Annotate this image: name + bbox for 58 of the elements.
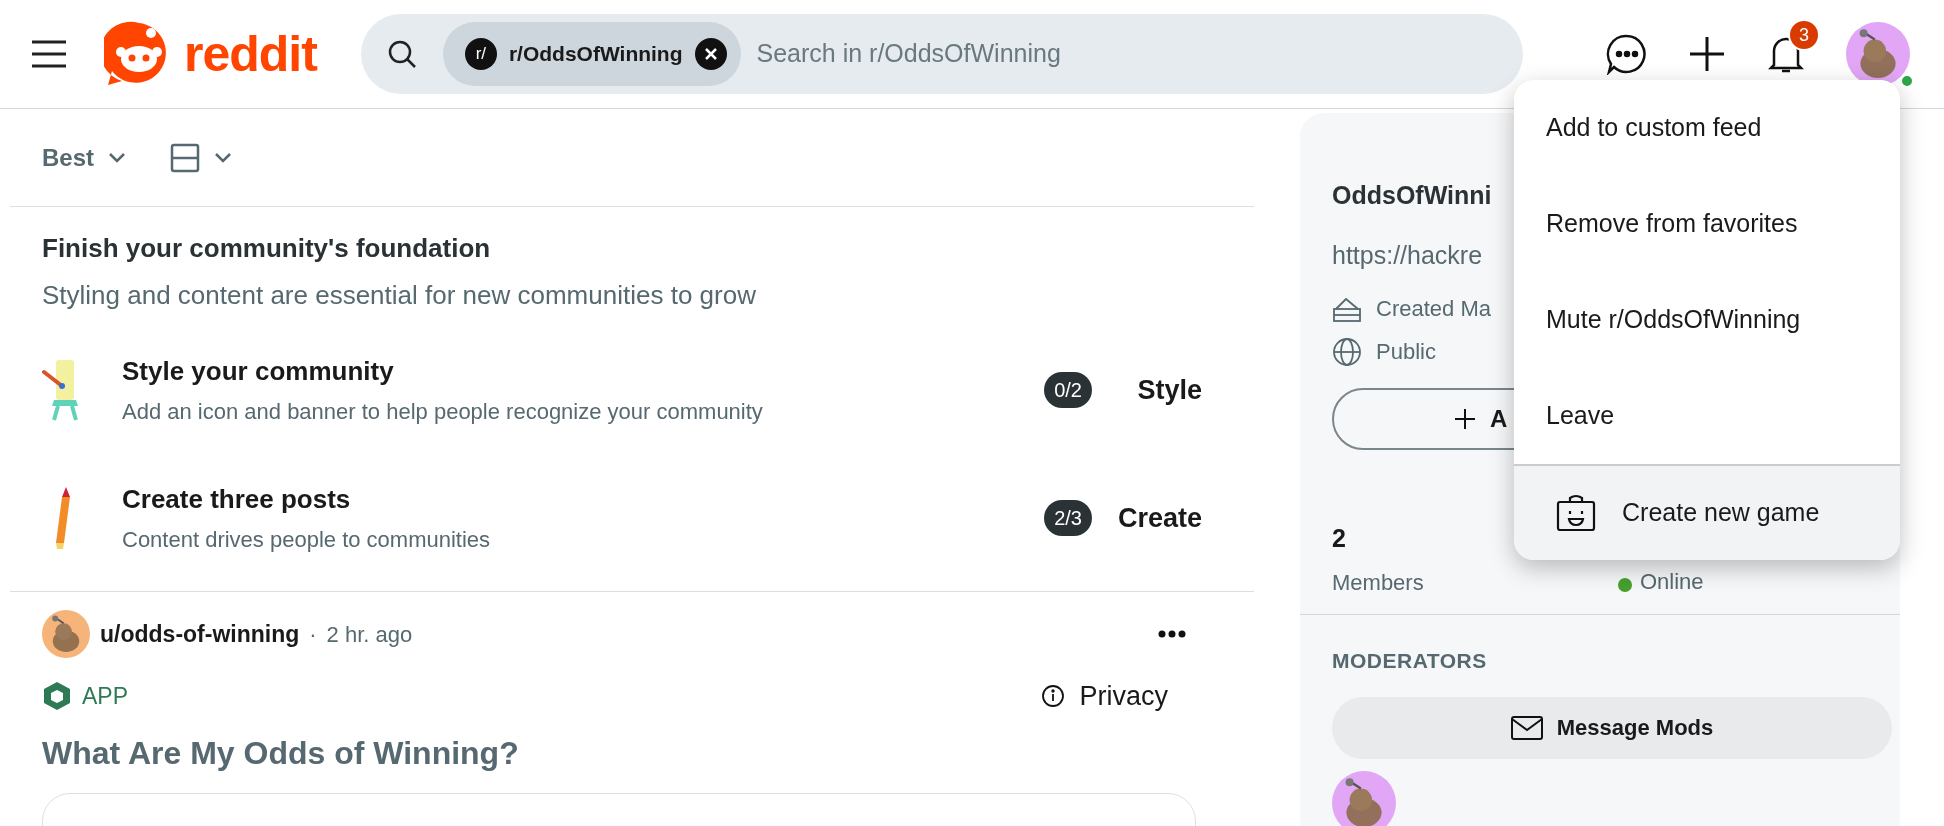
menu-item[interactable]: Add to custom feed (1514, 80, 1900, 176)
task-action-button[interactable]: Style (1092, 369, 1222, 411)
community-url: https://hackre (1332, 239, 1484, 271)
caret-icon (108, 151, 127, 164)
created-date: Created Ma (1376, 295, 1491, 323)
plus-icon (1454, 408, 1476, 430)
app-label: APP (82, 682, 129, 711)
menu-item[interactable]: Leave (1514, 368, 1900, 464)
post-title: What Are My Odds of Winning? (42, 733, 520, 773)
sort-dropdown[interactable]: Best (42, 139, 127, 176)
pencil-drawing (56, 487, 70, 549)
task-title: Style your community (122, 355, 395, 388)
layout-icon (170, 142, 201, 173)
separator-dot: · (309, 620, 317, 649)
easel-drawing (42, 359, 80, 421)
foundation-subtitle: Styling and content are essential for new communities to grow (42, 279, 757, 312)
task-description: Add an icon and banner to help people recognize your community (122, 398, 764, 426)
author-name[interactable]: u/odds-of-winning (100, 616, 300, 652)
community-chip[interactable]: r/ r/OddsOfWinning (442, 22, 741, 86)
mail-icon (1510, 715, 1543, 740)
moderators-heading: MODERATORS (1332, 648, 1488, 674)
robot-icon (1556, 494, 1596, 532)
menu-item[interactable]: Remove from favorites (1514, 176, 1900, 272)
search-icon (386, 39, 417, 69)
community-name: OddsOfWinni (1332, 180, 1493, 211)
moderator-avatar (1332, 770, 1396, 826)
menu-icon[interactable] (30, 39, 68, 69)
members-label: Members (1332, 568, 1425, 597)
author-avatar (42, 610, 90, 658)
globe-icon (1332, 336, 1362, 367)
community-avatar: r/ (464, 38, 497, 70)
foundation-title: Finish your community's foundation (42, 232, 492, 265)
more-icon[interactable] (1158, 630, 1186, 638)
menu-item[interactable]: Create new game (1514, 464, 1900, 560)
search-field[interactable]: r/ r/OddsOfWinning Search in r/OddsOfWinning (360, 14, 1523, 94)
visibility-label: Public (1376, 338, 1436, 366)
chat-icon[interactable] (1606, 33, 1648, 75)
task-action-button[interactable]: Create (1092, 497, 1222, 539)
progress-badge: 2/3 (1044, 500, 1092, 536)
caret-icon (214, 151, 233, 164)
task-title: Create three posts (122, 483, 352, 516)
plus-icon[interactable] (1688, 35, 1726, 73)
progress-badge: 0/2 (1044, 372, 1092, 408)
notification-badge: 3 (1788, 19, 1820, 51)
cube-icon (42, 681, 72, 712)
post-time: 2 hr. ago (326, 620, 413, 649)
chip-label: r/OddsOfWinning (508, 41, 683, 68)
members-count: 2 (1332, 523, 1346, 554)
task-description: Content drives people to communities (122, 526, 492, 554)
search-input[interactable]: Search in r/OddsOfWinning (756, 35, 1497, 73)
view-dropdown[interactable] (170, 142, 233, 173)
online-label: Online (1640, 568, 1704, 596)
message-mods-button[interactable]: Message Mods (1332, 696, 1892, 759)
info-icon (1041, 684, 1066, 709)
close-icon[interactable] (694, 38, 727, 70)
menu-item[interactable]: Mute r/OddsOfWinning (1514, 272, 1900, 368)
user-avatar (1846, 22, 1910, 86)
privacy-button[interactable]: Privacy (1041, 676, 1168, 717)
